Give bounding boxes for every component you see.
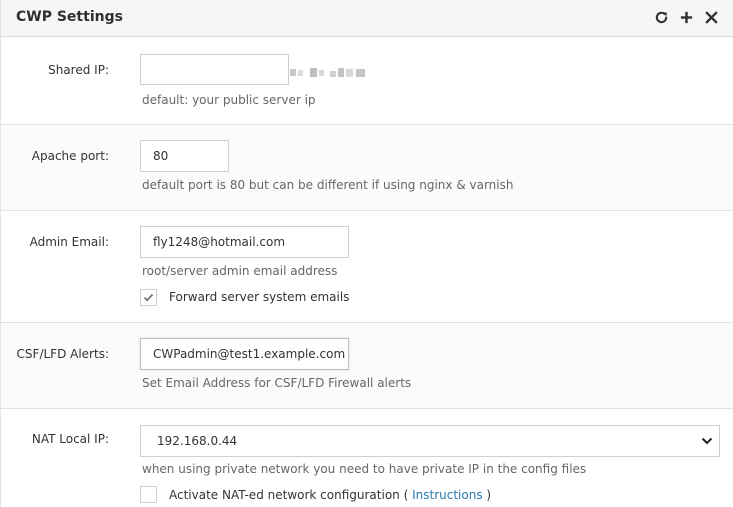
csf-alerts-email-input[interactable] bbox=[140, 338, 349, 370]
activate-nat-checkbox[interactable] bbox=[140, 486, 157, 503]
shared-ip-input[interactable] bbox=[140, 54, 365, 85]
forward-emails-label: Forward server system emails bbox=[169, 290, 350, 304]
apache-port-help: default port is 80 but can be different … bbox=[142, 178, 514, 192]
instructions-link[interactable]: Instructions bbox=[412, 488, 482, 502]
csf-alerts-section: CSF/LFD Alerts: Set Email Address for CS… bbox=[1, 323, 733, 409]
panel-title: CWP Settings bbox=[16, 9, 123, 25]
refresh-icon[interactable] bbox=[654, 10, 669, 25]
admin-email-help: root/server admin email address bbox=[142, 264, 338, 278]
activate-nat-label-prefix: Activate NAT-ed network configuration ( bbox=[169, 488, 409, 502]
nat-ip-label: NAT Local IP: bbox=[31, 432, 109, 446]
activate-nat-label: Activate NAT-ed network configuration ( … bbox=[169, 488, 491, 502]
nat-ip-selected-value: 192.168.0.44 bbox=[157, 434, 238, 448]
forward-emails-checkbox[interactable] bbox=[140, 289, 157, 306]
redacted-ip-value bbox=[290, 68, 365, 77]
apache-port-input[interactable] bbox=[140, 140, 229, 172]
close-icon[interactable] bbox=[704, 10, 719, 25]
shared-ip-help: default: your public server ip bbox=[142, 93, 316, 107]
shared-ip-section: Shared IP: default: your public server i… bbox=[1, 37, 733, 125]
activate-nat-label-suffix: ) bbox=[486, 488, 492, 502]
csf-alerts-help: Set Email Address for CSF/LFD Firewall a… bbox=[142, 376, 412, 390]
apache-port-section: Apache port: default port is 80 but can … bbox=[1, 125, 733, 211]
panel-header: CWP Settings bbox=[1, 0, 733, 37]
shared-ip-label: Shared IP: bbox=[48, 63, 109, 77]
admin-email-input[interactable] bbox=[140, 226, 349, 258]
cwp-settings-panel: CWP Settings Shared IP: default: your pu… bbox=[0, 0, 733, 507]
header-icons bbox=[654, 10, 719, 25]
chevron-down-icon bbox=[701, 437, 713, 445]
nat-ip-select[interactable]: 192.168.0.44 bbox=[140, 425, 720, 457]
admin-email-section: Admin Email: root/server admin email add… bbox=[1, 211, 733, 323]
nat-ip-section: NAT Local IP: 192.168.0.44 when using pr… bbox=[1, 409, 733, 507]
apache-port-label: Apache port: bbox=[31, 149, 109, 163]
plus-icon[interactable] bbox=[679, 10, 694, 25]
checkmark-icon bbox=[143, 293, 154, 302]
csf-alerts-label: CSF/LFD Alerts: bbox=[16, 347, 109, 361]
nat-ip-help: when using private network you need to h… bbox=[142, 462, 587, 476]
admin-email-label: Admin Email: bbox=[29, 235, 109, 249]
